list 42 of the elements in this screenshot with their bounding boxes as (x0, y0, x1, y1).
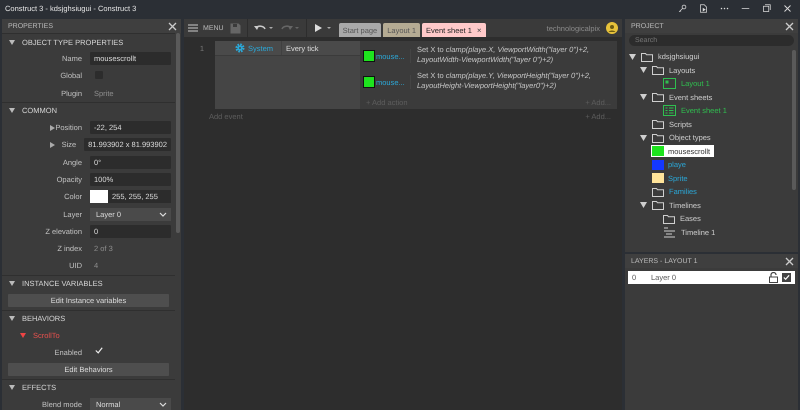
expand-arrow-icon[interactable] (50, 142, 55, 148)
timeline-icon (663, 226, 676, 238)
close-icon[interactable] (785, 22, 794, 30)
folder-icon (652, 92, 664, 102)
folder-icon (652, 132, 664, 143)
folder-icon (652, 186, 664, 197)
folder-icon (652, 200, 664, 210)
layout-icon (663, 78, 676, 90)
expanded-arrow-icon[interactable] (20, 332, 26, 338)
expanded-arrow-icon[interactable] (9, 316, 15, 322)
padlock-icon[interactable] (769, 272, 778, 283)
menu-icon (188, 24, 198, 32)
expanded-arrow-icon[interactable] (9, 108, 15, 114)
color-swatch[interactable] (90, 190, 108, 204)
avatar-icon[interactable] (606, 22, 618, 34)
maximize-icon[interactable] (762, 4, 771, 13)
folder-icon (652, 65, 664, 76)
expanded-arrow-icon[interactable] (9, 385, 15, 390)
folder-icon (641, 52, 653, 62)
checkbox[interactable] (95, 346, 103, 355)
close-icon[interactable] (783, 4, 792, 13)
expanded-arrow-icon[interactable] (640, 67, 647, 74)
chevron-down-icon (159, 212, 167, 217)
event-sheet-icon (663, 105, 676, 116)
play-icon[interactable] (312, 23, 333, 33)
expanded-arrow-icon[interactable] (629, 54, 636, 60)
document-play-icon[interactable] (699, 4, 708, 13)
key-icon[interactable] (678, 4, 687, 13)
close-icon[interactable] (168, 22, 177, 30)
close-icon[interactable] (785, 256, 794, 266)
expand-arrow-icon[interactable] (50, 124, 55, 131)
expanded-arrow-icon[interactable] (640, 202, 647, 208)
gear-icon (234, 43, 245, 53)
tab-close-button[interactable]: × (476, 26, 482, 34)
expanded-arrow-icon[interactable] (9, 40, 15, 44)
expanded-arrow-icon[interactable] (640, 94, 647, 100)
folder-icon (663, 214, 675, 224)
folder-icon (652, 119, 664, 130)
expanded-arrow-icon[interactable] (640, 134, 647, 141)
visibility-checkbox[interactable] (782, 273, 791, 282)
expanded-arrow-icon[interactable] (9, 281, 15, 286)
chevron-down-icon (159, 402, 167, 407)
